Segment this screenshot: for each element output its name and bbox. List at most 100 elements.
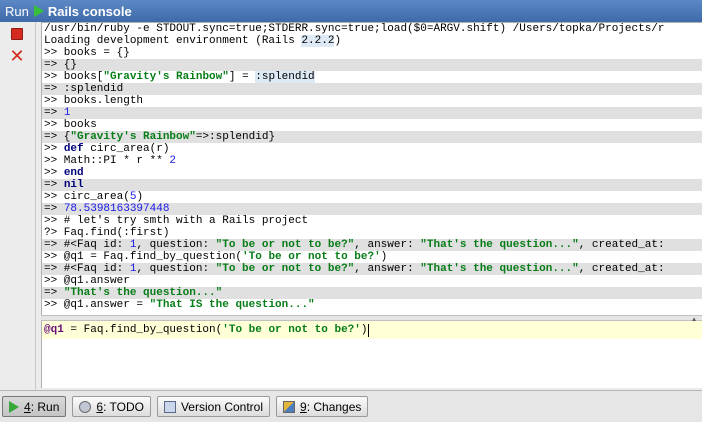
console-token: "Gravity's Rainbow" xyxy=(103,71,229,83)
console-token: => xyxy=(44,203,64,215)
console-token: >> @q1.answer xyxy=(44,275,130,287)
console-result-line: => "That's the question..." xyxy=(42,287,702,299)
input-code: = Faq.find_by_question( xyxy=(63,324,223,336)
console-result-line: => 1 xyxy=(42,107,702,119)
console-token: 2 xyxy=(169,155,177,167)
console-toolbar: ✕ xyxy=(0,22,36,390)
console-token: circ_area(r) xyxy=(83,143,170,155)
console-token: => { xyxy=(44,131,71,143)
run-label: Run xyxy=(5,3,29,19)
console-line: >> books xyxy=(42,119,702,131)
changes-icon xyxy=(283,400,296,413)
console-result-line: => :splendid xyxy=(42,83,702,95)
console-line: /usr/bin/ruby -e STDOUT.sync=true;STDERR… xyxy=(42,23,702,35)
console-token: def xyxy=(63,143,84,155)
console-token: => #<Faq id: xyxy=(44,239,130,251)
console-token: "To be or not to be?" xyxy=(215,263,355,275)
tab-todo-number: 6 xyxy=(96,399,104,414)
console-token: , question: xyxy=(136,239,216,251)
console-token: => :splendid xyxy=(44,83,124,95)
console-token: Loading development environment (Rails xyxy=(44,35,302,47)
console-line: >> # let's try smth with a Rails project xyxy=(42,215,702,227)
console-line: >> @q1.answer xyxy=(42,275,702,287)
tab-todo-label: : TODO xyxy=(103,399,144,414)
console-token: >> @q1.answer = xyxy=(44,299,150,311)
console-result-line: => nil xyxy=(42,179,702,191)
play-icon[interactable] xyxy=(33,5,44,17)
console-token: >> xyxy=(44,167,64,179)
console-output[interactable]: /usr/bin/ruby -e STDOUT.sync=true;STDERR… xyxy=(41,22,702,315)
console-token: >> # let's try smth with a Rails project xyxy=(44,215,309,227)
console-token: "Gravity's Rainbow" xyxy=(70,131,196,143)
stop-icon[interactable] xyxy=(11,28,23,40)
tab-version-control-label: Version Control xyxy=(180,399,264,414)
console-token: ?> Faq.find(:first) xyxy=(44,227,170,239)
console-token: , created_at: xyxy=(578,263,665,275)
run-tool-window-titlebar: Run Rails console xyxy=(0,0,702,22)
tab-todo[interactable]: 6: TODO xyxy=(72,396,151,417)
console-token: ] = xyxy=(228,71,256,83)
console-line: ?> Faq.find(:first) xyxy=(42,227,702,239)
console-token: >> books.length xyxy=(44,95,144,107)
console-line: >> circ_area(5) xyxy=(42,191,702,203)
console-token: 'To be or not to be?' xyxy=(242,251,381,263)
console-token: "That's the question..." xyxy=(420,239,579,251)
console-token: >> books[ xyxy=(44,71,104,83)
version-control-icon xyxy=(163,400,176,413)
console-line: >> end xyxy=(42,167,702,179)
console-line: >> Math::PI * r ** 2 xyxy=(42,155,702,167)
console-token: nil xyxy=(63,179,84,191)
tab-run-label: : Run xyxy=(30,399,60,414)
console-token: >> @q1 = Faq.find_by_question( xyxy=(44,251,243,263)
tab-changes[interactable]: 9: Changes xyxy=(276,396,369,417)
input-string: 'To be or not to be?' xyxy=(222,324,361,336)
console-token: 1 xyxy=(63,107,71,119)
console-token: => xyxy=(44,107,64,119)
console-token: >> circ_area( xyxy=(44,191,130,203)
console-token: , answer: xyxy=(354,239,421,251)
input-code-end: ) xyxy=(360,324,368,336)
console-token: , question: xyxy=(136,263,216,275)
console-token: >> Math::PI * r ** xyxy=(44,155,170,167)
console-token: ) xyxy=(334,35,342,47)
tab-changes-number: 9 xyxy=(300,399,307,414)
tab-version-control[interactable]: Version Control xyxy=(156,396,271,417)
console-token: => xyxy=(44,287,64,299)
console-result-line: => {"Gravity's Rainbow"=>:splendid} xyxy=(42,131,702,143)
close-icon[interactable]: ✕ xyxy=(9,47,25,65)
console-line: >> books = {} xyxy=(42,47,702,59)
console-result-line: => 78.5398163397448 xyxy=(42,203,702,215)
tool-window-bar: 4: Run 6: TODO Version Control 9: Change… xyxy=(0,390,702,422)
console-title: Rails console xyxy=(47,3,132,19)
console-token: ) xyxy=(380,251,388,263)
console-token: "To be or not to be?" xyxy=(215,239,355,251)
console-token: "That's the question..." xyxy=(63,287,223,299)
todo-icon xyxy=(79,400,92,413)
tab-run-number: 4 xyxy=(24,399,31,414)
console-token: "That IS the question..." xyxy=(149,299,315,311)
console-token: end xyxy=(63,167,84,179)
tab-changes-label: : Changes xyxy=(306,399,362,414)
console-line: >> books.length xyxy=(42,95,702,107)
console-token: 78.5398163397448 xyxy=(63,203,170,215)
console-token: "That's the question..." xyxy=(420,263,579,275)
console-token: => {} xyxy=(44,59,78,71)
console-token: ) xyxy=(136,191,144,203)
console-result-line: => {} xyxy=(42,59,702,71)
console-token: => xyxy=(44,179,64,191)
console-line: >> def circ_area(r) xyxy=(42,143,702,155)
console-token: >> xyxy=(44,143,64,155)
input-variable: @q1 xyxy=(44,324,64,336)
tab-run[interactable]: 4: Run xyxy=(2,396,67,417)
console-token: :splendid xyxy=(255,71,315,83)
console-input-line[interactable]: @q1 = Faq.find_by_question('To be or not… xyxy=(42,321,702,339)
console-input-area[interactable]: @q1 = Faq.find_by_question('To be or not… xyxy=(41,321,702,388)
console-line: >> @q1.answer = "That IS the question...… xyxy=(42,299,702,311)
console-token: /usr/bin/ruby -e STDOUT.sync=true;STDERR… xyxy=(44,23,665,35)
console-line: Loading development environment (Rails 2… xyxy=(42,35,702,47)
console-token: , answer: xyxy=(354,263,421,275)
console-token: , created_at: xyxy=(578,239,665,251)
run-icon xyxy=(9,400,19,413)
console-result-line: => #<Faq id: 1, question: "To be or not … xyxy=(42,239,702,251)
console-result-line: => #<Faq id: 1, question: "To be or not … xyxy=(42,263,702,275)
